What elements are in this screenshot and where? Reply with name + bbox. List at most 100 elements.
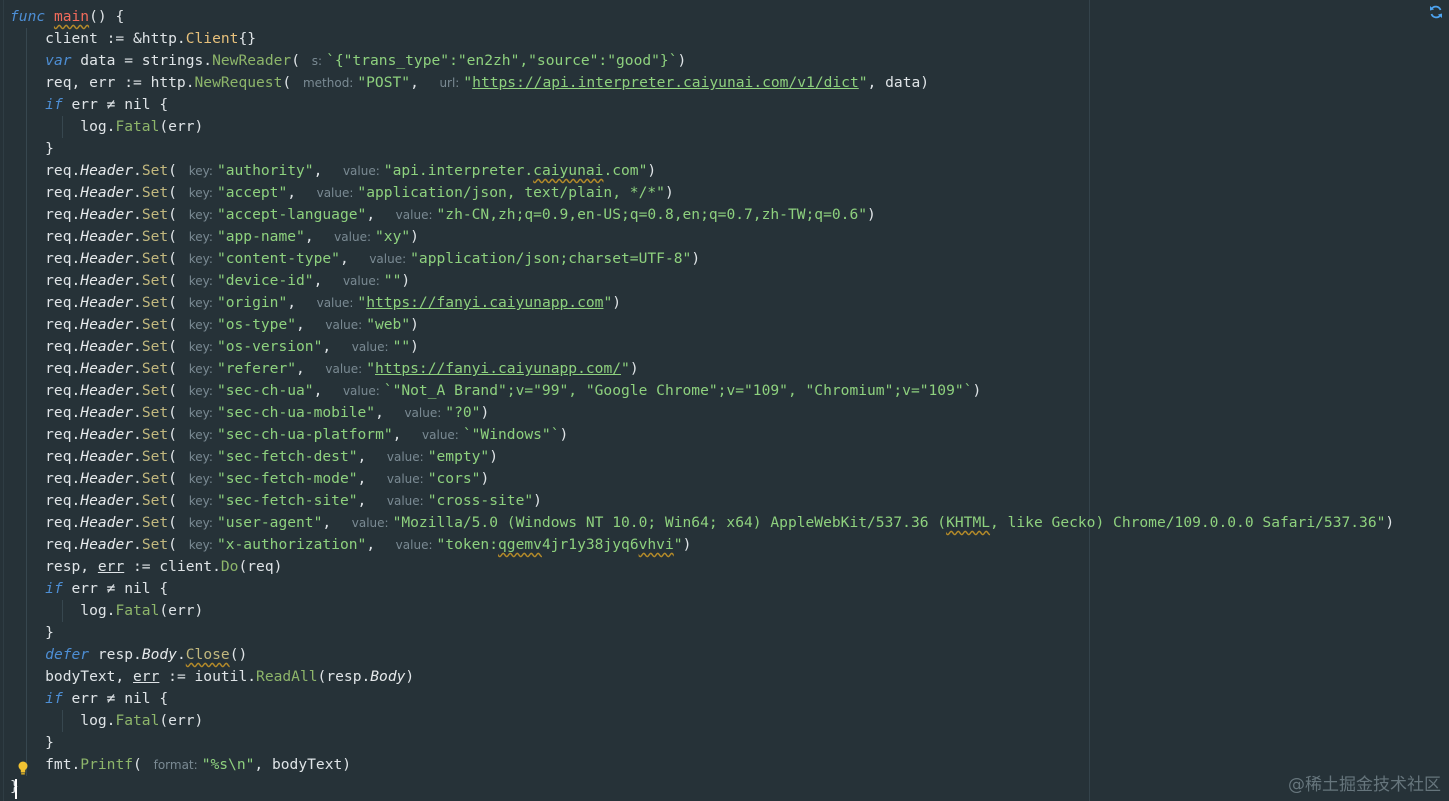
- code-token: (: [282, 74, 300, 91]
- code-token: "%s\n": [201, 756, 255, 773]
- indent-guide: [26, 710, 27, 732]
- parameter-hint: s:: [311, 54, 323, 68]
- parameter-hint: key:: [188, 230, 213, 244]
- code-line[interactable]: req.Header.Set( key: "sec-fetch-site", va…: [10, 490, 1394, 512]
- code-line[interactable]: req.Header.Set( key: "user-agent", value:…: [10, 512, 1394, 534]
- code-token: Set: [141, 338, 169, 355]
- code-token: Set: [141, 426, 169, 443]
- code-token: "zh-CN,zh;q=0.9,en-US;q=0.8,en;q=0.7,zh-…: [436, 206, 868, 223]
- code-token: Body: [370, 668, 406, 685]
- indent-guide: [26, 160, 27, 182]
- indent-guide: [26, 600, 27, 622]
- code-token: "Mozilla/5.0 (Windows NT 10.0; Win64; x6…: [392, 514, 947, 531]
- code-line[interactable]: if err ≠ nil {: [10, 688, 1394, 710]
- parameter-hint: value:: [334, 230, 371, 244]
- code-token: if: [45, 690, 63, 707]
- code-line[interactable]: req.Header.Set( key: "sec-ch-ua", value: `…: [10, 380, 1394, 402]
- code-line[interactable]: req.Header.Set( key: "os-type", value: "we…: [10, 314, 1394, 336]
- reload-icon[interactable]: [1428, 4, 1444, 20]
- code-token: ): [682, 536, 692, 553]
- indent-guide: [26, 182, 27, 204]
- code-token: qgemv: [498, 536, 542, 553]
- parameter-hint: value:: [351, 340, 389, 354]
- code-line[interactable]: req.Header.Set( key: "accept-language", v…: [10, 204, 1394, 226]
- code-token: Header: [80, 250, 134, 267]
- code-token: Header: [80, 426, 134, 443]
- code-line[interactable]: func main() {: [10, 6, 1394, 28]
- indent-guide: [26, 270, 27, 292]
- code-area[interactable]: func main() { client := &http.Client{} v…: [10, 6, 1394, 798]
- code-token: ,: [296, 360, 323, 377]
- parameter-hint: value:: [395, 208, 433, 222]
- code-line[interactable]: }: [10, 732, 1394, 754]
- code-line[interactable]: req.Header.Set( key: "origin", value: "htt…: [10, 292, 1394, 314]
- code-line[interactable]: req.Header.Set( key: "sec-fetch-dest", va…: [10, 446, 1394, 468]
- code-token: req.: [10, 316, 81, 333]
- watermark: @稀土掘金技术社区: [1288, 775, 1441, 795]
- code-line[interactable]: if err ≠ nil {: [10, 94, 1394, 116]
- indent-guide: [26, 424, 27, 446]
- indent-guide: [26, 358, 27, 380]
- parameter-hint: key:: [188, 516, 213, 530]
- code-line[interactable]: req.Header.Set( key: "x-authorization", v…: [10, 534, 1394, 556]
- code-token: ,: [313, 272, 340, 289]
- code-line[interactable]: req.Header.Set( key: "authority", value: "…: [10, 160, 1394, 182]
- code-line[interactable]: req.Header.Set( key: "sec-ch-ua-platform"…: [10, 424, 1394, 446]
- code-line[interactable]: req.Header.Set( key: "sec-fetch-mode", va…: [10, 468, 1394, 490]
- indent-guide: [61, 116, 63, 138]
- code-editor[interactable]: func main() { client := &http.Client{} v…: [0, 0, 1449, 801]
- code-token: .: [133, 162, 142, 179]
- indent-guide: [26, 28, 27, 50]
- code-token: "authority": [216, 162, 314, 179]
- code-line[interactable]: if err ≠ nil {: [10, 578, 1394, 600]
- code-line[interactable]: }: [10, 776, 1394, 798]
- code-token: req.: [10, 294, 81, 311]
- code-line[interactable]: req.Header.Set( key: "os-version", value:…: [10, 336, 1394, 358]
- indent-guide: [26, 512, 27, 534]
- code-line[interactable]: bodyText, err := ioutil.ReadAll(resp.Bod…: [10, 666, 1394, 688]
- code-token: Client: [185, 30, 239, 47]
- code-line[interactable]: defer resp.Body.Close(): [10, 644, 1394, 666]
- code-token: ,: [287, 294, 314, 311]
- code-line[interactable]: log.Fatal(err): [10, 710, 1394, 732]
- code-token: Header: [80, 448, 134, 465]
- code-token: .: [133, 514, 142, 531]
- code-line[interactable]: }: [10, 622, 1394, 644]
- code-line[interactable]: log.Fatal(err): [10, 600, 1394, 622]
- code-line[interactable]: req, err := http.NewRequest( method: "POS…: [10, 72, 1394, 94]
- code-line[interactable]: req.Header.Set( key: "referer", value: "ht…: [10, 358, 1394, 380]
- code-line[interactable]: req.Header.Set( key: "content-type", valu…: [10, 248, 1394, 270]
- lightbulb-icon[interactable]: [17, 760, 29, 776]
- code-token: "": [392, 338, 411, 355]
- code-token: ): [647, 162, 657, 179]
- code-token: (err): [159, 118, 204, 135]
- code-token: Set: [141, 382, 169, 399]
- code-line[interactable]: req.Header.Set( key: "accept", value: "app…: [10, 182, 1394, 204]
- code-token: Header: [80, 404, 134, 421]
- code-line[interactable]: req.Header.Set( key: "device-id", value: "…: [10, 270, 1394, 292]
- code-line[interactable]: fmt.Printf( format: "%s\n", bodyText): [10, 754, 1394, 776]
- parameter-hint: key:: [188, 318, 213, 332]
- code-line[interactable]: req.Header.Set( key: "sec-ch-ua-mobile", …: [10, 402, 1394, 424]
- code-line[interactable]: resp, err := client.Do(req): [10, 556, 1394, 578]
- parameter-hint: value:: [386, 472, 424, 486]
- code-line[interactable]: req.Header.Set( key: "app-name", value: "x…: [10, 226, 1394, 248]
- parameter-hint: value:: [325, 318, 363, 332]
- code-line[interactable]: var data = strings.NewReader( s: `{"trans…: [10, 50, 1394, 72]
- code-token: ,: [296, 316, 323, 333]
- code-token: {}: [238, 30, 257, 47]
- code-token: `"Not_A Brand";v="99", "Google Chrome";v…: [383, 382, 973, 399]
- code-token: req.: [10, 448, 81, 465]
- code-token: Set: [141, 360, 169, 377]
- parameter-hint: key:: [188, 164, 213, 178]
- code-token: ,: [357, 448, 384, 465]
- code-token: ,: [339, 250, 367, 267]
- code-token: ): [401, 272, 411, 289]
- code-line[interactable]: client := &http.Client{}: [10, 28, 1394, 50]
- code-token: "cors": [427, 470, 481, 487]
- parameter-hint: key:: [188, 274, 213, 288]
- code-line[interactable]: log.Fatal(err): [10, 116, 1394, 138]
- parameter-hint: value:: [316, 296, 354, 310]
- code-line[interactable]: }: [10, 138, 1394, 160]
